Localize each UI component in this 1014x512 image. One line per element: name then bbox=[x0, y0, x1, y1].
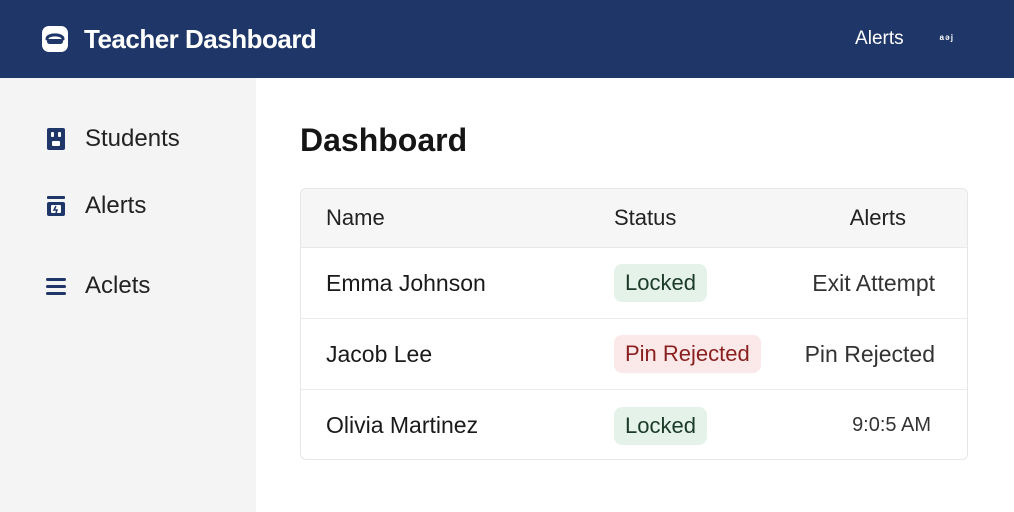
table-row[interactable]: Olivia Martinez Locked 9:0:5 AM bbox=[301, 390, 967, 459]
top-bar: Teacher Dashboard Alerts ᵃᵊʲ bbox=[0, 0, 1014, 78]
students-table: Name Status Alerts Emma Johnson Locked E… bbox=[300, 188, 968, 460]
status-cell: Locked bbox=[614, 248, 707, 318]
user-menu[interactable]: ᵃᵊʲ bbox=[940, 32, 954, 46]
sidebar: Students Alerts Aclets bbox=[0, 78, 256, 512]
status-cell: Pin Rejected bbox=[614, 319, 761, 389]
table-row[interactable]: Emma Johnson Locked Exit Attempt bbox=[301, 248, 967, 319]
main-content: Dashboard Name Status Alerts Emma Johnso… bbox=[256, 78, 1014, 512]
student-name: Olivia Martinez bbox=[326, 412, 479, 438]
top-alerts-link[interactable]: Alerts bbox=[855, 28, 904, 50]
list-icon bbox=[46, 278, 66, 295]
sidebar-item-label: Alerts bbox=[85, 192, 147, 219]
alert-time: 9:0:5 AM bbox=[852, 414, 931, 436]
sidebar-item-students[interactable]: Students bbox=[44, 125, 180, 153]
brand: Teacher Dashboard bbox=[40, 23, 317, 55]
top-nav: Alerts ᵃᵊʲ bbox=[855, 0, 954, 78]
status-badge: Pin Rejected bbox=[614, 335, 761, 373]
table-header: Name Status Alerts bbox=[301, 189, 967, 248]
student-icon bbox=[47, 128, 65, 150]
sidebar-item-alerts[interactable]: Alerts bbox=[44, 192, 146, 220]
status-cell: Locked bbox=[614, 390, 707, 459]
status-badge: Locked bbox=[614, 264, 707, 302]
status-badge: Locked bbox=[614, 406, 707, 445]
column-header-alerts[interactable]: Alerts bbox=[850, 189, 906, 247]
app-logo-icon bbox=[42, 26, 68, 52]
alert-text: Pin Rejected bbox=[804, 340, 935, 367]
alert-icon bbox=[47, 196, 65, 216]
app-title: Teacher Dashboard bbox=[84, 23, 317, 54]
sidebar-item-label: Students bbox=[85, 125, 180, 152]
table-row[interactable]: Jacob Lee Pin Rejected Pin Rejected bbox=[301, 319, 967, 390]
alert-text: Exit Attempt bbox=[812, 269, 935, 296]
sidebar-item-label: Aclets bbox=[85, 272, 151, 299]
student-name: Emma Johnson bbox=[326, 269, 486, 296]
column-header-name[interactable]: Name bbox=[326, 189, 385, 247]
alert-timestamp: 9:0:5 AM bbox=[852, 390, 935, 459]
page-title: Dashboard bbox=[300, 122, 468, 158]
student-name: Jacob Lee bbox=[326, 340, 433, 367]
sidebar-item-aclets[interactable]: Aclets bbox=[44, 272, 150, 300]
column-header-status[interactable]: Status bbox=[614, 189, 676, 247]
